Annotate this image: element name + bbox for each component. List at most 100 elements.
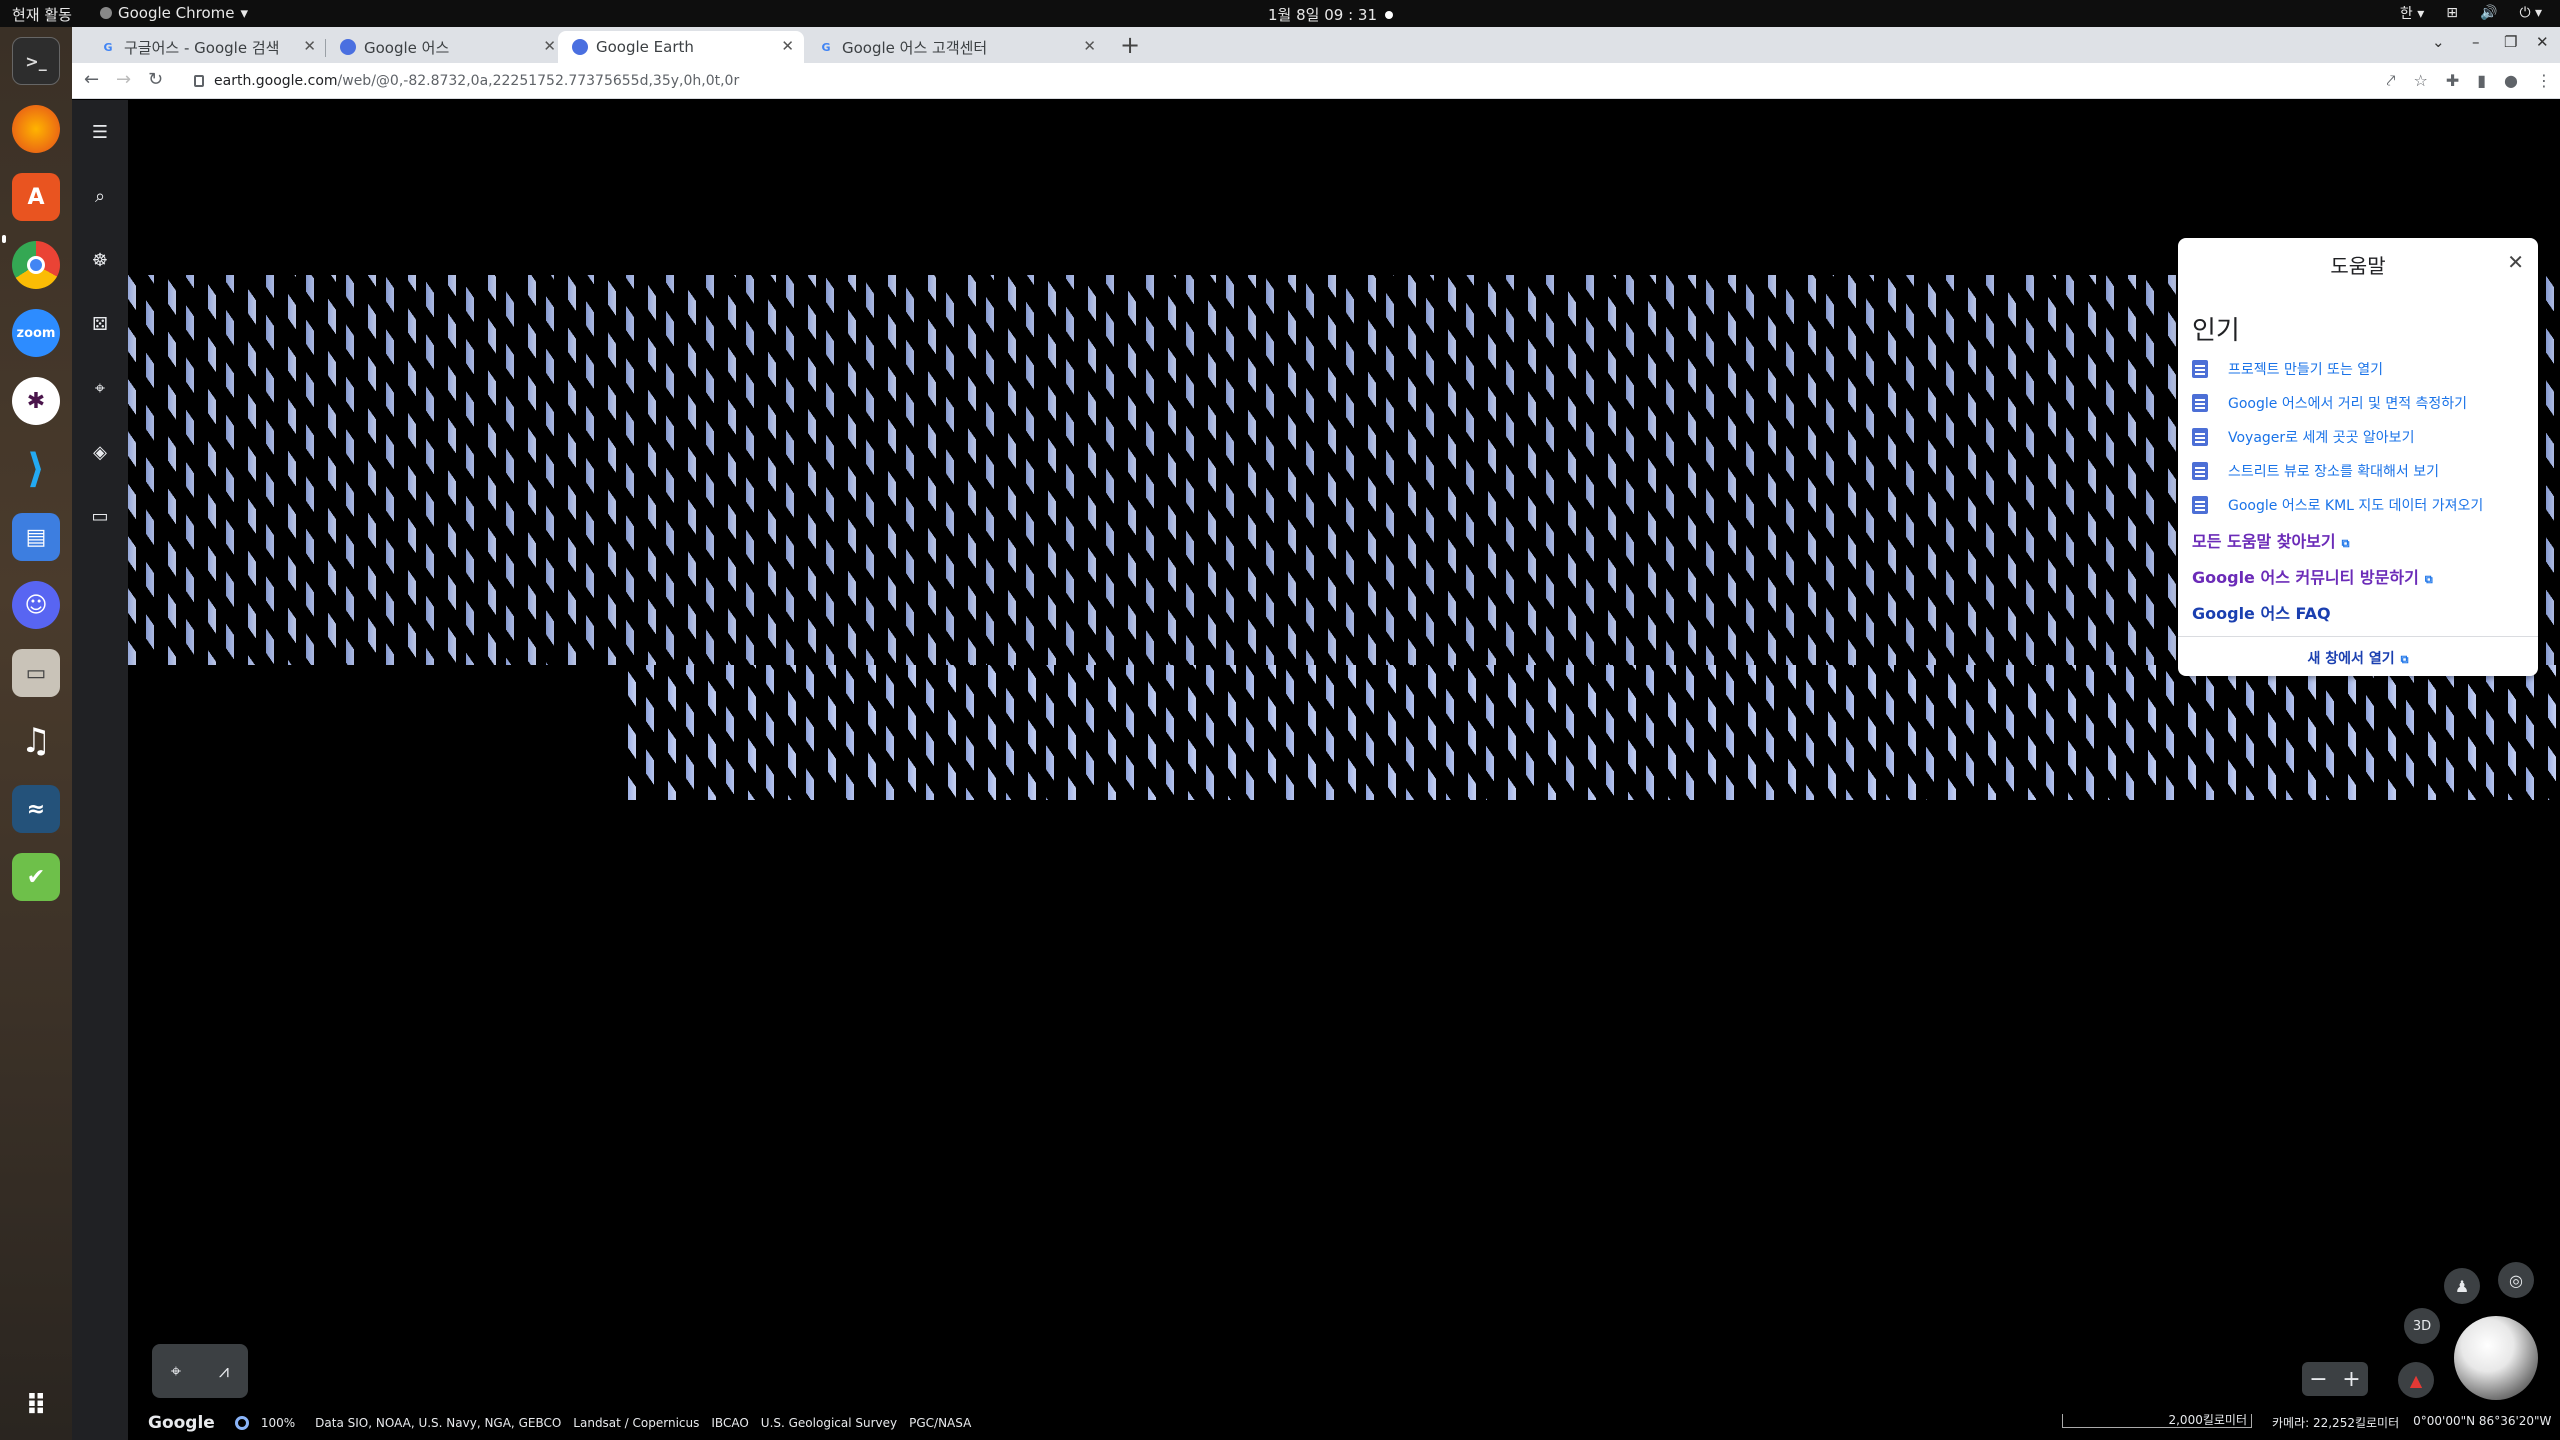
discord-icon[interactable]: ☺	[12, 581, 60, 629]
attribution[interactable]: Data SIO, NOAA, U.S. Navy, NGA, GEBCO	[315, 1416, 561, 1430]
tab-google-earth-ko[interactable]: Google 어스 ✕	[326, 31, 566, 63]
community-link[interactable]: Google 어스 커뮤니티 방문하기 ⧉	[2192, 564, 2433, 588]
attribution[interactable]: IBCAO	[711, 1416, 748, 1430]
input-method-label: 한	[2399, 6, 2413, 22]
firefox-icon[interactable]	[12, 105, 60, 153]
network-icon[interactable]: ⊞	[2446, 5, 2458, 21]
side-panel-icon[interactable]: ▮	[2477, 71, 2486, 91]
close-tab-icon[interactable]: ✕	[781, 37, 794, 55]
close-tab-icon[interactable]: ✕	[543, 37, 556, 55]
google-favicon-icon: G	[821, 40, 831, 54]
reload-icon[interactable]: ↻	[148, 69, 163, 90]
dock: >_ A zoom ✱ ⟩ ▤ ☺ ▭ ♫ ≈ ✔ ⠿	[0, 27, 72, 1440]
zoom-icon[interactable]: zoom	[12, 309, 60, 357]
share-icon[interactable]: ⤤	[2386, 71, 2395, 91]
voyager-icon[interactable]: ☸	[86, 246, 114, 274]
zoom-in-icon[interactable]: +	[2342, 1367, 2360, 1392]
external-link-icon: ⧉	[2400, 653, 2409, 666]
address-bar[interactable]: earth.google.com/web/@0,-82.8732,0a,2225…	[182, 67, 2412, 95]
clock[interactable]: 1월 8일 09 : 31	[1268, 4, 1393, 25]
attribution[interactable]: U.S. Geological Survey	[761, 1416, 897, 1430]
notification-dot-icon	[1385, 10, 1393, 19]
bookmark-star-icon[interactable]: ☆	[2413, 71, 2427, 91]
place-tools: ⌖ ⩘	[152, 1344, 248, 1398]
help-article-link[interactable]: Google 어스에서 거리 및 면적 측정하기	[2192, 393, 2467, 413]
open-new-window-link[interactable]: 새 창에서 열기 ⧉	[2178, 648, 2538, 668]
show-apps-icon[interactable]: ⠿	[12, 1381, 60, 1429]
software-center-icon[interactable]: A	[12, 173, 60, 221]
menu-icon[interactable]: ☰	[86, 118, 114, 146]
search-icon[interactable]: ⌕	[86, 182, 114, 210]
tasks-icon[interactable]: ✔	[12, 853, 60, 901]
system-tray[interactable]: 한 ▾ ⊞ 🔊 ⏻ ▾	[2400, 3, 2542, 23]
lock-icon[interactable]	[194, 75, 204, 87]
globe-minimap[interactable]	[2454, 1316, 2538, 1400]
attribution-bar: Google 100% Data SIO, NOAA, U.S. Navy, N…	[148, 1411, 971, 1435]
help-article-link[interactable]: Voyager로 세계 곳곳 알아보기	[2192, 427, 2414, 447]
scale-bar[interactable]: 2,000킬로미터	[2062, 1414, 2252, 1428]
close-tab-icon[interactable]: ✕	[1083, 37, 1096, 55]
input-method[interactable]: 한 ▾	[2400, 3, 2424, 23]
toggle-3d-button[interactable]: 3D	[2404, 1308, 2440, 1344]
camera-altitude: 카메라: 22,252킬로미터	[2272, 1416, 2400, 1430]
forward-icon[interactable]: →	[116, 69, 131, 90]
writer-icon[interactable]: ▤	[12, 513, 60, 561]
help-title: 도움말	[2330, 254, 2386, 278]
all-help-link[interactable]: 모든 도움말 찾아보기 ⧉	[2192, 528, 2349, 552]
feeling-lucky-icon[interactable]: ⚄	[86, 310, 114, 338]
external-link-icon: ⧉	[2424, 573, 2433, 586]
mysql-workbench-icon[interactable]: ≈	[12, 785, 60, 833]
power-icon[interactable]: ⏻ ▾	[2519, 5, 2542, 21]
app-name: Google Chrome	[118, 4, 235, 22]
help-article-link[interactable]: 프로젝트 만들기 또는 열기	[2192, 359, 2383, 379]
slack-icon[interactable]: ✱	[12, 377, 60, 425]
all-help-label: 모든 도움말 찾아보기	[2192, 532, 2336, 551]
tab-google-search[interactable]: G 구글어스 - Google 검색 ✕	[86, 31, 326, 63]
back-icon[interactable]: ←	[84, 69, 99, 90]
pegman-icon[interactable]: ♟	[2444, 1268, 2480, 1304]
my-location-icon[interactable]: ◎	[2498, 1262, 2534, 1298]
community-label: Google 어스 커뮤니티 방문하기	[2192, 568, 2419, 587]
tab-help-center[interactable]: G Google 어스 고객센터 ✕	[804, 31, 1106, 63]
restore-icon[interactable]: ❐	[2504, 33, 2517, 51]
earth-favicon-icon	[572, 39, 588, 55]
measure-icon[interactable]: ▭	[86, 502, 114, 530]
projects-icon[interactable]: ⌖	[86, 374, 114, 402]
external-link-icon: ⧉	[2341, 537, 2350, 550]
new-tab-button[interactable]: +	[1120, 31, 1140, 59]
compass-icon[interactable]: ▲	[2398, 1362, 2434, 1398]
google-favicon-icon: G	[103, 40, 113, 54]
document-icon	[2192, 496, 2208, 514]
chrome-small-icon	[100, 7, 112, 19]
tab-search-icon[interactable]: ⌄	[2432, 33, 2445, 51]
activities-button[interactable]: 현재 활동	[12, 4, 72, 25]
earth-sidebar: ☰ ⌕ ☸ ⚄ ⌖ ◈ ▭	[72, 100, 128, 1440]
help-article-link[interactable]: Google 어스로 KML 지도 데이터 가져오기	[2192, 495, 2483, 515]
map-style-icon[interactable]: ◈	[86, 438, 114, 466]
tab-google-earth[interactable]: Google Earth ✕	[558, 31, 804, 63]
volume-icon[interactable]: 🔊	[2480, 5, 2497, 21]
close-tab-icon[interactable]: ✕	[303, 37, 316, 55]
help-article-link[interactable]: 스트리트 뷰로 장소를 확대해서 보기	[2192, 461, 2439, 481]
help-article-label: Google 어스로 KML 지도 데이터 가져오기	[2228, 498, 2484, 514]
path-icon[interactable]: ⩘	[219, 1361, 229, 1382]
zoom-control: − +	[2302, 1362, 2368, 1396]
profile-avatar-icon[interactable]: ●	[2504, 71, 2518, 91]
faq-link[interactable]: Google 어스 FAQ	[2192, 600, 2331, 624]
app-menu[interactable]: Google Chrome ▾	[100, 4, 248, 22]
close-window-icon[interactable]: ✕	[2536, 33, 2549, 51]
minimize-icon[interactable]: –	[2472, 33, 2480, 51]
zoom-out-icon[interactable]: −	[2309, 1367, 2327, 1392]
terminal-icon[interactable]: >_	[12, 37, 60, 85]
vscode-icon[interactable]: ⟩	[12, 445, 60, 493]
pin-icon[interactable]: ⌖	[171, 1361, 181, 1382]
more-menu-icon[interactable]: ⋮	[2536, 71, 2552, 91]
extensions-icon[interactable]: ✚	[2446, 71, 2459, 91]
files-icon[interactable]: ▭	[12, 649, 60, 697]
attribution[interactable]: Landsat / Copernicus	[573, 1416, 699, 1430]
chrome-icon[interactable]	[12, 241, 60, 289]
close-icon[interactable]: ✕	[2507, 250, 2524, 274]
music-icon[interactable]: ♫	[12, 717, 60, 765]
earth-favicon-icon	[340, 39, 356, 55]
attribution[interactable]: PGC/NASA	[909, 1416, 971, 1430]
